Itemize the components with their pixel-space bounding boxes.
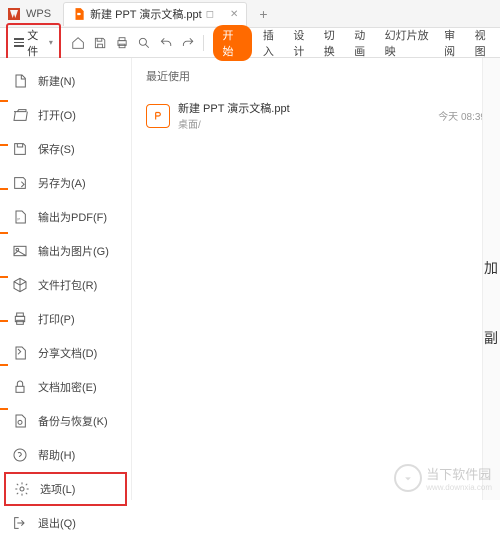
help-icon <box>12 447 28 463</box>
slide-thumbnail-strip <box>0 58 8 500</box>
menu-pdf[interactable]: P 输出为PDF(F) <box>0 200 131 234</box>
right-edge-strip: 加 副 <box>482 58 500 500</box>
undo-icon[interactable] <box>159 35 173 51</box>
image-export-icon <box>12 243 28 259</box>
new-file-icon <box>12 73 28 89</box>
recent-file-icon <box>146 104 170 128</box>
share-icon <box>12 345 28 361</box>
menu-backup[interactable]: 备份与恢复(K) <box>0 404 131 438</box>
menu-label: 文件打包(R) <box>38 277 97 293</box>
gear-icon <box>14 481 30 497</box>
hamburger-icon <box>14 36 24 49</box>
menu-package[interactable]: 文件打包(R) <box>0 268 131 302</box>
recent-file-time: 今天 08:39 <box>438 108 486 123</box>
printer-icon <box>12 311 28 327</box>
toolbar: 文件 ▾ 开始 插入 设计 切换 动画 幻灯片放映 审阅 视图 <box>0 28 500 58</box>
menu-transition[interactable]: 切换 <box>324 27 343 59</box>
svg-text:P: P <box>17 216 20 221</box>
menu-review[interactable]: 审阅 <box>444 27 463 59</box>
package-icon <box>12 277 28 293</box>
menu-exit[interactable]: 退出(Q) <box>0 506 131 540</box>
menu-insert[interactable]: 插入 <box>263 27 282 59</box>
menu-label: 输出为图片(G) <box>38 243 109 259</box>
watermark-url: www.downxia.com <box>426 483 492 492</box>
file-dropdown-menu: 新建(N) 打开(O) 保存(S) 另存为(A) P 输出为PDF(F) 输出为图… <box>0 58 132 500</box>
menu-label: 保存(S) <box>38 141 75 157</box>
folder-open-icon <box>12 107 28 123</box>
ppt-file-icon <box>72 7 86 21</box>
begin-tab[interactable]: 开始 <box>213 25 252 61</box>
menu-label: 帮助(H) <box>38 447 75 463</box>
menu-label: 退出(Q) <box>38 515 76 531</box>
file-label: 文件 <box>27 27 46 59</box>
document-tab[interactable]: 新建 PPT 演示文稿.ppt ◻ ✕ <box>63 2 247 26</box>
chevron-down-icon: ▾ <box>49 38 53 47</box>
redo-icon[interactable] <box>181 35 195 51</box>
menu-label: 新建(N) <box>38 73 75 89</box>
menu-label: 打印(P) <box>38 311 75 327</box>
download-circle-icon <box>394 464 422 492</box>
menu-animation[interactable]: 动画 <box>354 27 373 59</box>
menu-open[interactable]: 打开(O) <box>0 98 131 132</box>
recent-file-item[interactable]: 新建 PPT 演示文稿.ppt 桌面/ 今天 08:39 <box>146 94 486 137</box>
menu-print[interactable]: 打印(P) <box>0 302 131 336</box>
home-icon[interactable] <box>71 35 85 51</box>
preview-icon[interactable] <box>137 35 151 51</box>
title-bar: WPS 新建 PPT 演示文稿.ppt ◻ ✕ + <box>0 0 500 28</box>
menu-options[interactable]: 选项(L) <box>4 472 127 506</box>
menu-help[interactable]: 帮助(H) <box>0 438 131 472</box>
menu-label: 文档加密(E) <box>38 379 97 395</box>
watermark: 当下软件园 www.downxia.com <box>394 464 492 492</box>
backup-icon <box>12 413 28 429</box>
menu-save[interactable]: 保存(S) <box>0 132 131 166</box>
recent-file-path: 桌面/ <box>178 116 290 131</box>
main-area: 新建(N) 打开(O) 保存(S) 另存为(A) P 输出为PDF(F) 输出为图… <box>0 58 500 500</box>
menu-label: 分享文档(D) <box>38 345 97 361</box>
tab-duplicate-icon[interactable]: ◻ <box>206 9 214 20</box>
menu-label: 备份与恢复(K) <box>38 413 108 429</box>
tab-close-icon[interactable]: ✕ <box>230 9 238 20</box>
menu-share[interactable]: 分享文档(D) <box>0 336 131 370</box>
menu-saveas[interactable]: 另存为(A) <box>0 166 131 200</box>
edge-text-2: 副 <box>484 328 498 348</box>
recent-file-name: 新建 PPT 演示文稿.ppt <box>178 100 290 116</box>
recent-panel: 最近使用 新建 PPT 演示文稿.ppt 桌面/ 今天 08:39 <box>132 58 500 500</box>
menu-new[interactable]: 新建(N) <box>0 64 131 98</box>
tab-title: 新建 PPT 演示文稿.ppt <box>90 6 202 22</box>
pdf-export-icon: P <box>12 209 28 225</box>
menu-label: 选项(L) <box>40 481 75 497</box>
add-tab-button[interactable]: + <box>259 6 267 22</box>
menu-view[interactable]: 视图 <box>475 27 494 59</box>
edge-text-1: 加 <box>484 258 498 278</box>
watermark-text: 当下软件园 <box>426 464 492 483</box>
save-icon[interactable] <box>93 35 107 51</box>
file-menu-button[interactable]: 文件 ▾ <box>6 23 61 63</box>
wps-logo-icon <box>6 6 22 22</box>
menu-label: 输出为PDF(F) <box>38 209 107 225</box>
menu-image[interactable]: 输出为图片(G) <box>0 234 131 268</box>
saveas-icon <box>12 175 28 191</box>
save-disk-icon <box>12 141 28 157</box>
menu-label: 打开(O) <box>38 107 76 123</box>
recent-title: 最近使用 <box>146 68 486 84</box>
menu-label: 另存为(A) <box>38 175 86 191</box>
menu-slideshow[interactable]: 幻灯片放映 <box>385 27 434 59</box>
print-icon[interactable] <box>115 35 129 51</box>
menu-design[interactable]: 设计 <box>293 27 312 59</box>
menu-encrypt[interactable]: 文档加密(E) <box>0 370 131 404</box>
app-name: WPS <box>26 8 51 20</box>
lock-icon <box>12 379 28 395</box>
exit-icon <box>12 515 28 531</box>
